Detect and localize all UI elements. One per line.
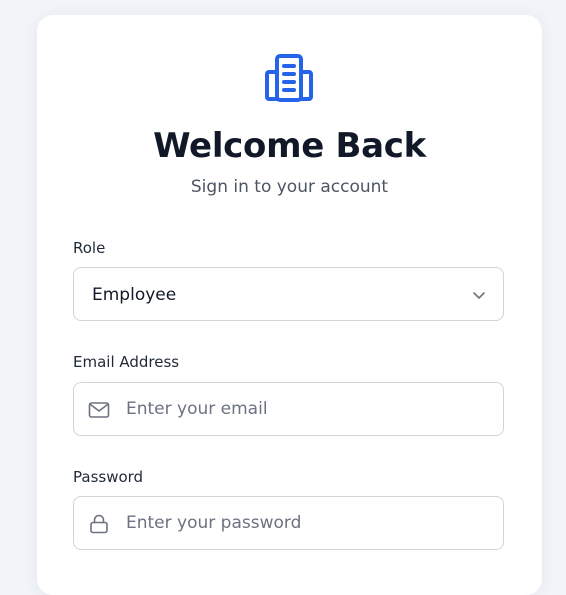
login-card: Welcome Back Sign in to your account Rol…: [37, 15, 542, 595]
page-title: Welcome Back: [153, 126, 426, 166]
email-label: Email Address: [73, 353, 180, 371]
lock-icon: [90, 514, 108, 534]
building-icon: [265, 54, 313, 102]
role-select[interactable]: Employee: [73, 267, 504, 321]
chevron-down-icon: [473, 292, 485, 299]
email-input[interactable]: [126, 383, 486, 435]
password-field: [73, 496, 504, 550]
mail-icon: [88, 402, 110, 418]
email-field: [73, 382, 504, 436]
page-subtitle: Sign in to your account: [190, 177, 389, 197]
password-label: Password: [73, 468, 144, 486]
password-input[interactable]: [126, 497, 486, 549]
role-select-value: Employee: [92, 285, 177, 305]
role-label: Role: [73, 239, 106, 257]
